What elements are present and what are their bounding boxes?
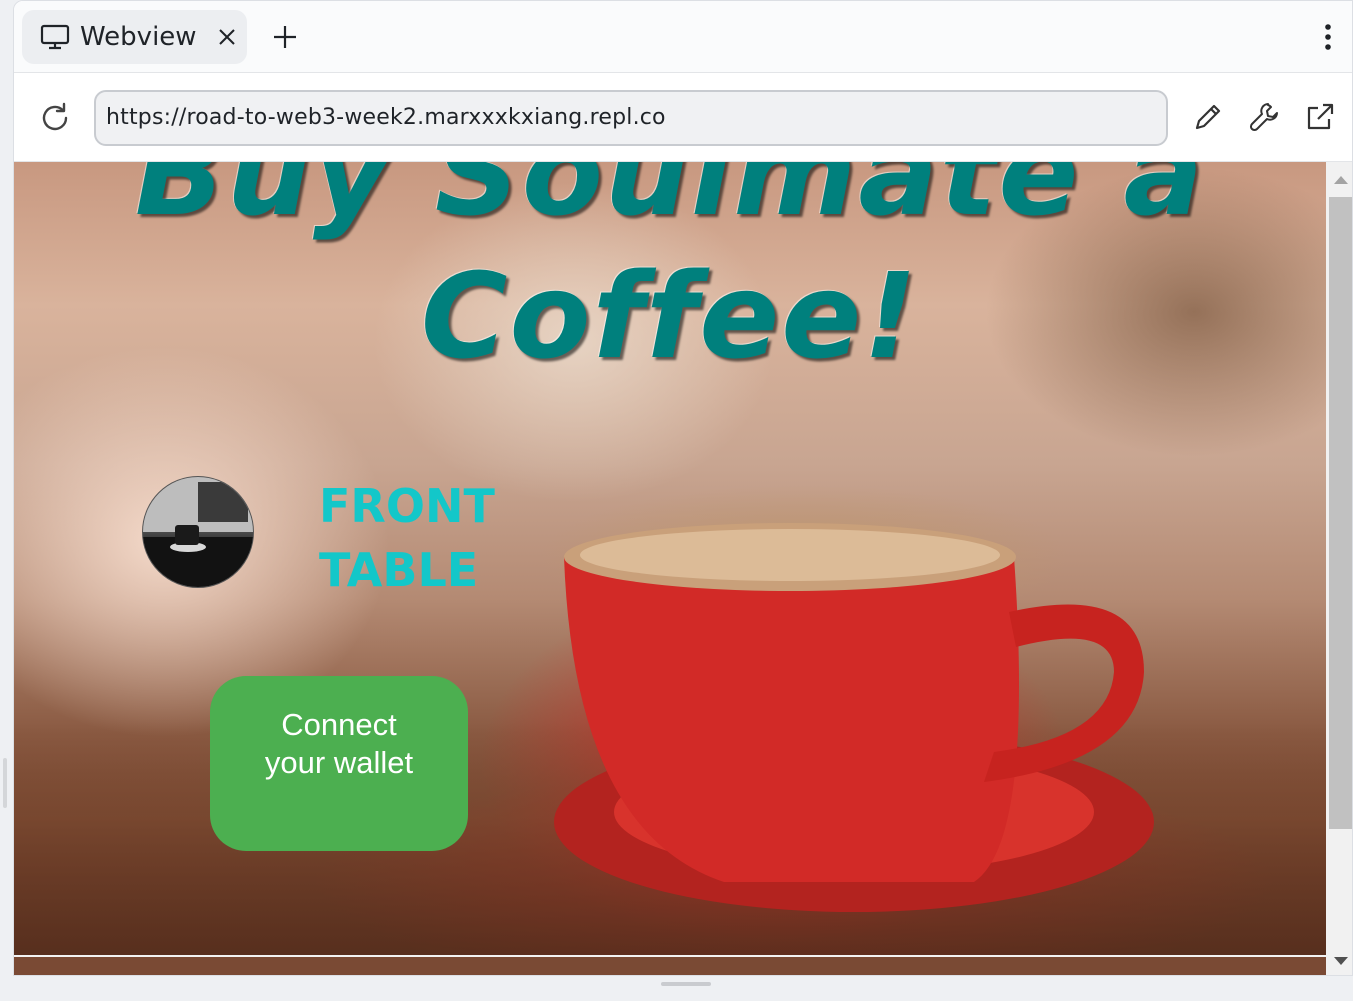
page-content: Buy Soulmate a Coffee! FRONT TABLE Conne… (14, 162, 1326, 956)
wrench-icon[interactable] (1246, 99, 1282, 135)
brand-line-2: TABLE (319, 543, 479, 597)
url-field[interactable]: https://road-to-web3-week2.marxxxkxiang.… (94, 90, 1168, 146)
address-bar-row: https://road-to-web3-week2.marxxxkxiang.… (14, 73, 1352, 162)
brand-line-1: FRONT (319, 479, 495, 533)
brand-logo-text: FRONT TABLE (319, 474, 495, 602)
tab-webview[interactable]: Webview (22, 10, 247, 64)
connect-wallet-button[interactable]: Connect your wallet (210, 676, 468, 851)
plus-icon[interactable] (271, 23, 299, 51)
content-overflow (14, 957, 1326, 975)
reload-icon[interactable] (38, 101, 72, 135)
monitor-icon (40, 24, 70, 50)
tab-title: Webview (80, 22, 197, 52)
scroll-down-arrow-icon[interactable] (1334, 957, 1348, 965)
tab-bar: Webview (14, 1, 1352, 73)
avatar (142, 476, 254, 588)
pencil-icon[interactable] (1190, 99, 1226, 135)
side-resize-grip[interactable] (3, 758, 7, 808)
vertical-scrollbar[interactable] (1326, 162, 1352, 975)
bottom-resize-grip[interactable] (661, 982, 711, 986)
scroll-up-arrow-icon[interactable] (1334, 176, 1348, 184)
scroll-thumb[interactable] (1329, 197, 1352, 829)
url-text: https://road-to-web3-week2.marxxxkxiang.… (106, 105, 666, 130)
headline-line-1: Buy Soulmate a (134, 162, 1206, 242)
webview-window: Webview https://road-to-web3-week2.marxx… (13, 0, 1353, 976)
coffee-cup-image (554, 523, 1154, 912)
coffee-cup-avatar-icon (143, 477, 253, 587)
headline-line-2: Coffee! (420, 247, 920, 385)
close-icon[interactable] (215, 25, 239, 49)
kebab-menu-icon[interactable] (1314, 21, 1342, 53)
external-link-icon[interactable] (1302, 99, 1338, 135)
